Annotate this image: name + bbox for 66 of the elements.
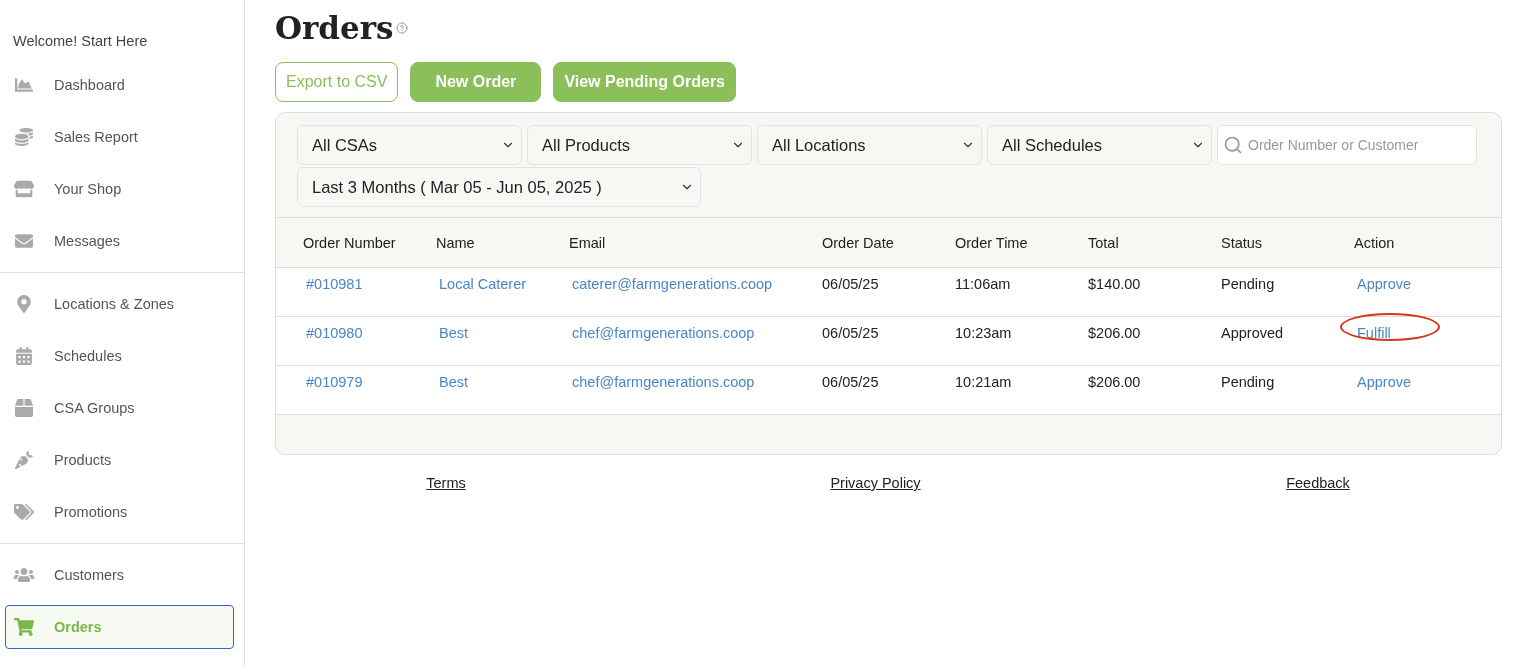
table-cell: $206.00 <box>1088 325 1141 341</box>
customer-link[interactable]: Best <box>436 325 468 341</box>
customer-link[interactable]: Local Caterer <box>436 276 527 292</box>
calendar-icon <box>14 347 34 365</box>
sidebar-item[interactable]: Customers <box>5 553 234 597</box>
column-header: Action <box>1354 234 1396 251</box>
table-cell: Approved <box>1221 325 1284 341</box>
box-icon <box>14 399 34 417</box>
sidebar-item[interactable]: Schedules <box>5 334 234 378</box>
sidebar-item[interactable]: Sales Report <box>5 115 234 159</box>
column-header: Total <box>1088 234 1120 251</box>
coins-icon <box>14 128 34 146</box>
action-link[interactable]: Fulfill <box>1354 325 1391 341</box>
search-icon <box>1223 135 1243 155</box>
filter-dropdown[interactable]: All Schedules <box>987 125 1212 165</box>
action-link[interactable]: Approve <box>1354 276 1411 292</box>
cart-icon <box>14 618 34 636</box>
page-title: Orders <box>275 9 394 48</box>
filter-dropdown[interactable]: All Products <box>527 125 752 165</box>
sidebar-item[interactable]: Products <box>5 438 234 482</box>
table-cell: 06/05/25 <box>822 276 879 292</box>
welcome-link[interactable]: Welcome! Start Here <box>0 30 244 52</box>
table-cell: 10:21am <box>955 374 1012 390</box>
email-link[interactable]: caterer@farmgenerations.coop <box>569 276 773 292</box>
order-link[interactable]: #010981 <box>303 276 363 292</box>
order-link[interactable]: #010980 <box>303 325 363 341</box>
users-icon <box>14 566 34 584</box>
sidebar-item[interactable]: Dashboard <box>5 63 234 107</box>
tags-icon <box>14 503 34 521</box>
carrot-icon <box>14 451 34 469</box>
table-cell: $206.00 <box>1088 374 1141 390</box>
footer-link[interactable]: Privacy Policy <box>830 475 921 491</box>
sidebar-item[interactable]: CSA Groups <box>5 386 234 430</box>
filter-dropdown[interactable]: All CSAs <box>297 125 522 165</box>
email-link[interactable]: chef@farmgenerations.coop <box>569 325 755 341</box>
email-link[interactable]: chef@farmgenerations.coop <box>569 374 755 390</box>
column-header: Status <box>1221 234 1264 251</box>
table-cell: Pending <box>1221 374 1275 390</box>
action-link[interactable]: Approve <box>1354 374 1411 390</box>
footer-link[interactable]: Feedback <box>1286 475 1350 491</box>
column-header: Order Date <box>822 234 895 251</box>
date-range-dropdown[interactable]: Last 3 Months ( Mar 05 - Jun 05, 2025 ) <box>297 167 701 207</box>
sidebar-item[interactable]: Promotions <box>5 490 234 534</box>
column-header: Name <box>436 234 476 251</box>
table-cell: $140.00 <box>1088 276 1141 292</box>
footer-link[interactable]: Terms <box>426 475 466 491</box>
table-cell: 10:23am <box>955 325 1012 341</box>
table-cell: Pending <box>1221 276 1275 292</box>
map-pin-icon <box>14 295 34 313</box>
column-header: Order Time <box>955 234 1029 251</box>
help-icon[interactable] <box>395 22 408 34</box>
sidebar-item[interactable]: Locations & Zones <box>5 282 234 326</box>
sidebar-item[interactable]: Messages <box>5 219 234 263</box>
order-link[interactable]: #010979 <box>303 374 363 390</box>
table-cell: 06/05/25 <box>822 374 879 390</box>
column-header: Order Number <box>303 234 397 251</box>
table-cell: 11:06am <box>955 276 1011 292</box>
column-header: Email <box>569 234 607 251</box>
customer-link[interactable]: Best <box>436 374 468 390</box>
filter-dropdown[interactable]: All Locations <box>757 125 982 165</box>
table-cell: 06/05/25 <box>822 325 879 341</box>
store-icon <box>14 180 34 198</box>
chart-icon <box>14 76 34 94</box>
search-field[interactable]: Order Number or Customer <box>1217 125 1477 165</box>
envelope-icon <box>14 232 34 250</box>
sidebar-item[interactable]: Your Shop <box>5 167 234 211</box>
